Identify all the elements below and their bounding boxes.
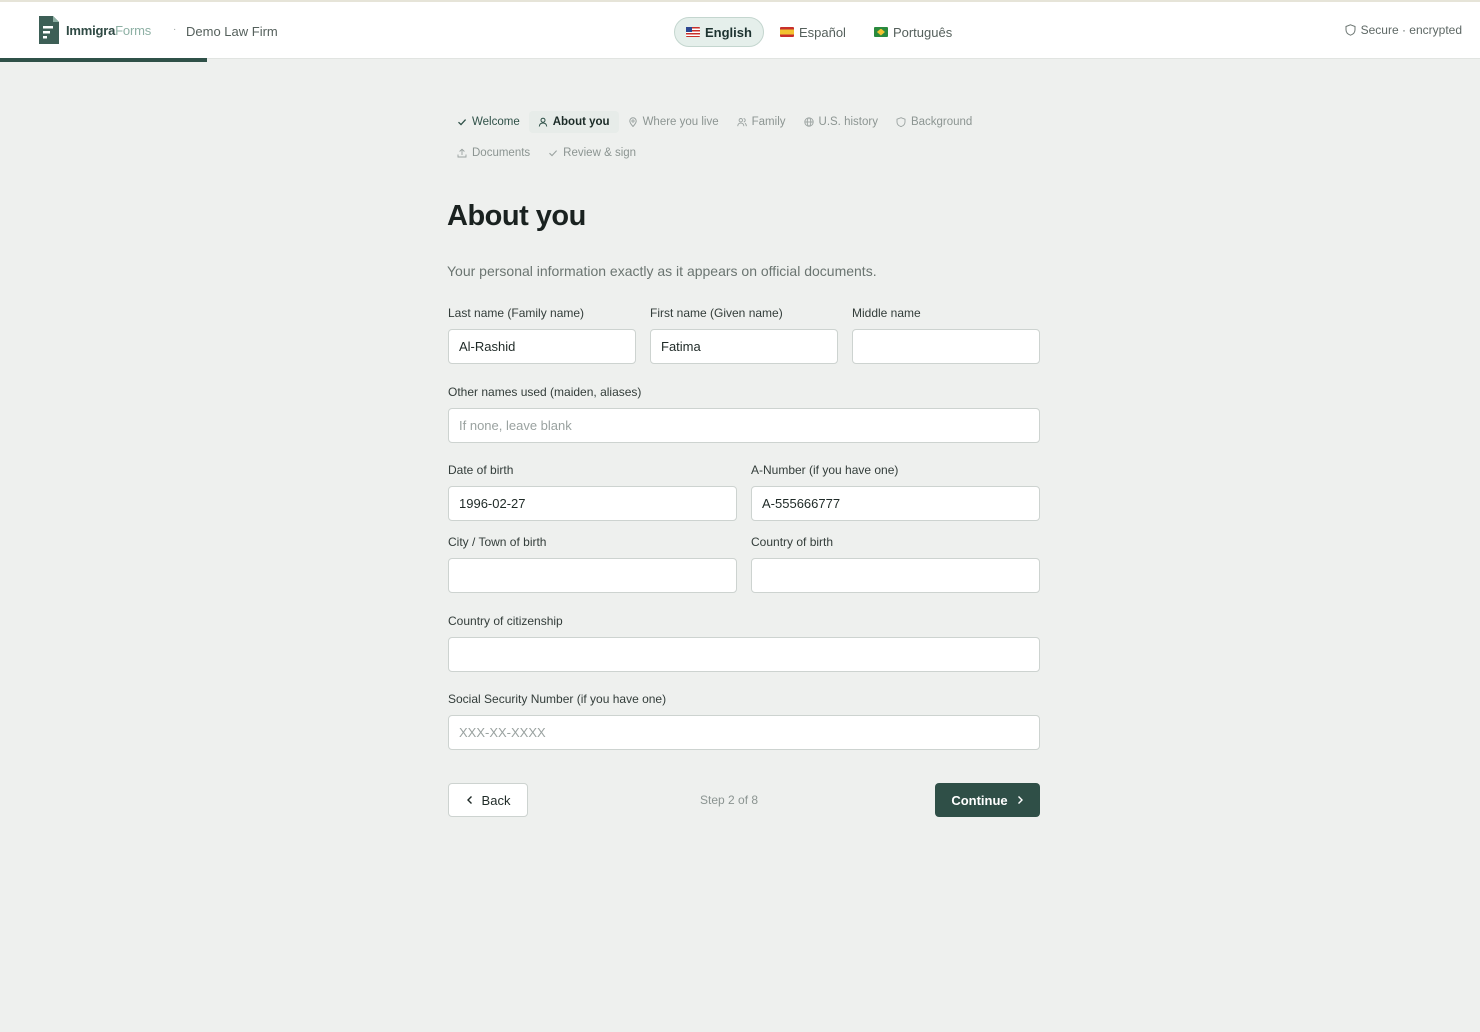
step-welcome[interactable]: Welcome (448, 111, 529, 133)
step-label: Documents (472, 147, 531, 159)
field-label: Country of citizenship (448, 614, 563, 628)
step-review-sign[interactable]: Review & sign (539, 142, 645, 164)
secure-label: Secure · encrypted (1360, 23, 1462, 37)
person-icon (538, 117, 547, 127)
field-label: A-Number (if you have one) (751, 463, 899, 477)
language-label: English (705, 24, 752, 40)
check-icon (458, 119, 467, 126)
step-navigator: Welcome About you Where you live Family … (448, 111, 1048, 173)
step-documents[interactable]: Documents (448, 142, 539, 164)
step-family[interactable]: Family (728, 111, 795, 133)
step-label: Welcome (472, 116, 520, 128)
language-label: Português (892, 24, 953, 40)
field-label: Other names used (maiden, aliases) (448, 385, 642, 399)
step-about-you[interactable]: About you (528, 111, 619, 133)
field-label: Date of birth (448, 463, 514, 477)
step-label: About you (552, 116, 610, 128)
chevron-right-icon (1017, 796, 1023, 804)
us-flag-icon (686, 27, 700, 37)
step-background[interactable]: Background (887, 111, 981, 133)
brand-separator: · (173, 24, 177, 35)
continue-button[interactable]: Continue (935, 783, 1040, 817)
people-icon (736, 118, 747, 127)
es-flag-icon (779, 27, 794, 37)
firm-name: Demo Law Firm (186, 24, 278, 39)
globe-icon (803, 117, 814, 127)
other-names-input[interactable] (448, 408, 1040, 443)
a-number-input[interactable] (751, 486, 1040, 521)
other-names-field: Other names used (maiden, aliases) (448, 385, 1040, 443)
ssn-input[interactable] (448, 715, 1040, 750)
last-name-field: Last name (Family name) (448, 306, 636, 364)
a-number-field: A-Number (if you have one) (751, 463, 1040, 521)
date-of-birth-input[interactable] (448, 486, 737, 521)
field-label: City / Town of birth (448, 535, 547, 549)
chevron-left-icon (466, 796, 472, 804)
citizenship-field: Country of citizenship (448, 614, 1040, 672)
brand-name: ImmigraForms (66, 22, 152, 38)
city-of-birth-field: City / Town of birth (448, 535, 737, 593)
step-label: Background (910, 116, 973, 128)
language-label: Español (798, 24, 846, 40)
first-name-field: First name (Given name) (650, 306, 838, 364)
back-label: Back (481, 792, 511, 808)
middle-name-field: Middle name (852, 306, 1040, 364)
page-title: About you (447, 200, 586, 232)
middle-name-input[interactable] (852, 329, 1040, 364)
progress-bar (0, 58, 208, 62)
field-label: Last name (Family name) (448, 306, 585, 320)
shield-icon (896, 117, 906, 127)
secure-indicator: Secure · encrypted (1345, 23, 1462, 37)
brand-logo[interactable]: ImmigraForms (37, 15, 151, 45)
ssn-field: Social Security Number (if you have one) (448, 692, 1040, 750)
citizenship-input[interactable] (448, 637, 1040, 672)
step-label: Where you live (642, 116, 719, 128)
language-english-button[interactable]: English (674, 17, 764, 47)
upload-icon (457, 148, 467, 158)
city-of-birth-input[interactable] (448, 558, 737, 593)
field-label: Country of birth (751, 535, 834, 549)
step-label: Family (751, 116, 786, 128)
br-flag-icon (873, 27, 888, 37)
continue-label: Continue (951, 792, 1008, 808)
check-icon (549, 150, 558, 157)
top-bar: ImmigraForms · Demo Law Firm English Esp… (0, 0, 1480, 59)
map-pin-icon (628, 117, 637, 127)
language-switcher: English Español Português (674, 17, 964, 47)
page-subtitle: Your personal information exactly as it … (447, 263, 877, 279)
step-label: Review & sign (563, 147, 637, 159)
step-counter: Step 2 of 8 (700, 793, 759, 807)
back-button[interactable]: Back (448, 783, 528, 817)
document-logo-icon (37, 15, 61, 45)
language-portuguese-button[interactable]: Português (862, 17, 964, 47)
field-label: First name (Given name) (650, 306, 783, 320)
step-us-history[interactable]: U.S. history (795, 111, 887, 133)
first-name-input[interactable] (650, 329, 838, 364)
country-of-birth-field: Country of birth (751, 535, 1040, 593)
shield-icon (1345, 24, 1356, 36)
step-label: U.S. history (818, 116, 878, 128)
language-spanish-button[interactable]: Español (768, 17, 858, 47)
field-label: Social Security Number (if you have one) (448, 692, 667, 706)
step-where-you-live[interactable]: Where you live (619, 111, 728, 133)
last-name-input[interactable] (448, 329, 636, 364)
country-of-birth-input[interactable] (751, 558, 1040, 593)
field-label: Middle name (852, 306, 921, 320)
date-of-birth-field: Date of birth (448, 463, 737, 521)
